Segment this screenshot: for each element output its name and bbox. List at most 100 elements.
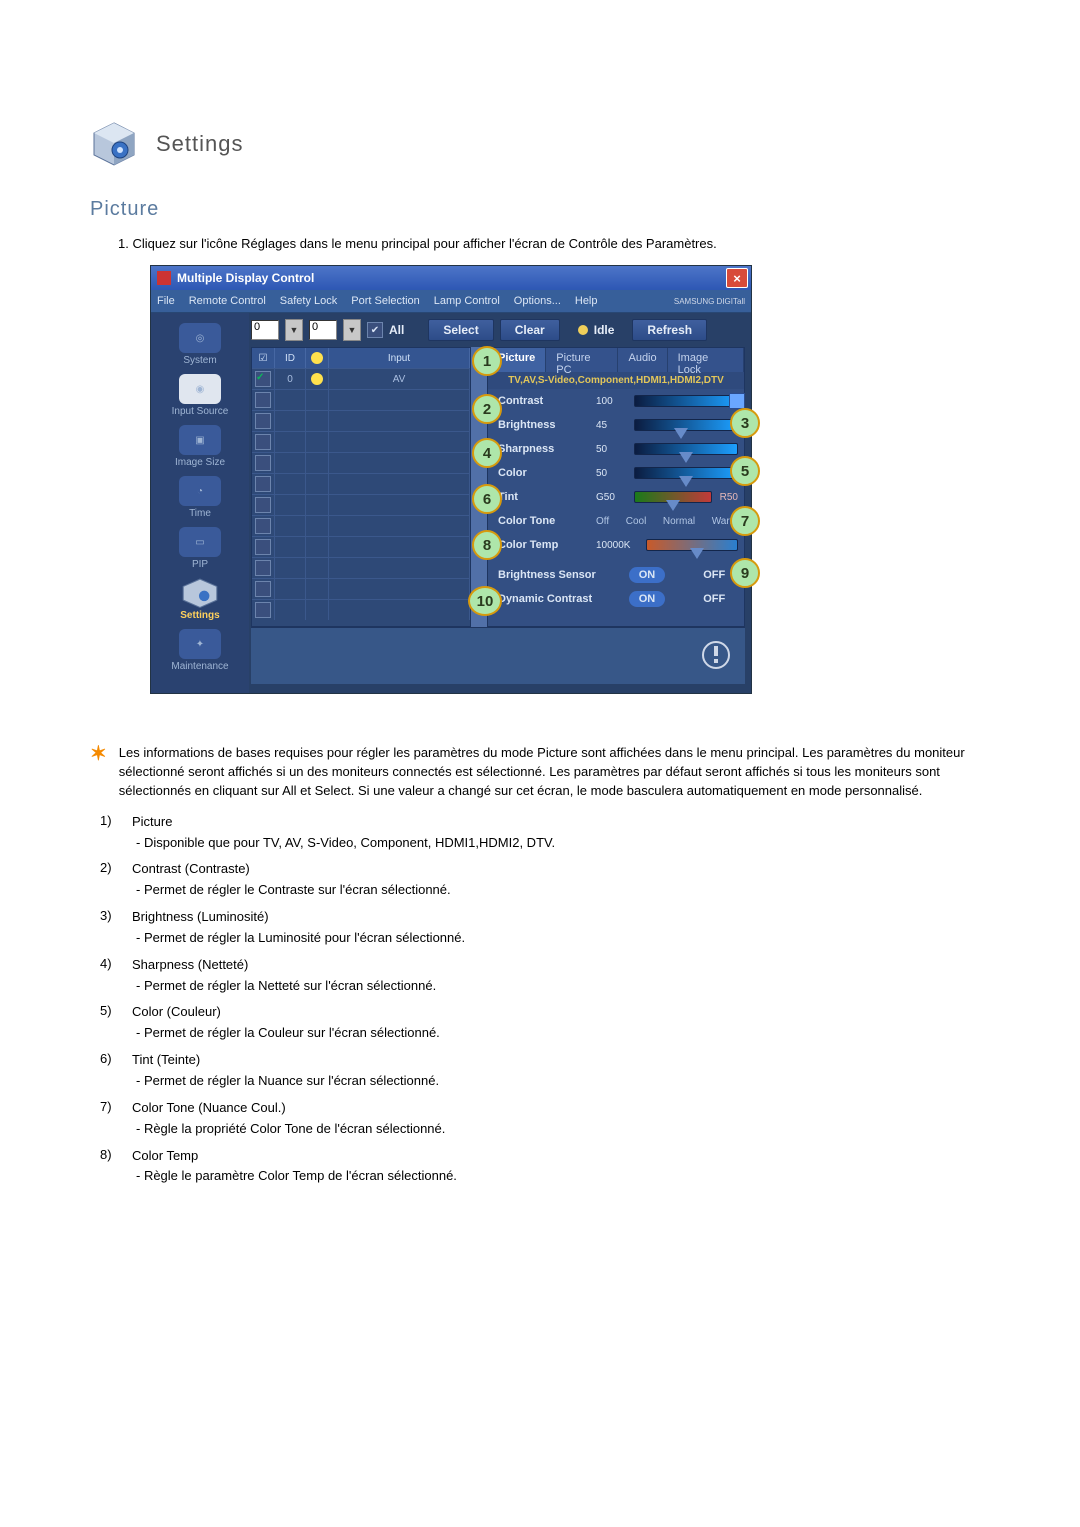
sidebar-item-time[interactable]: ◔ Time [157,472,243,521]
page-title: Settings [156,131,244,157]
brightsensor-on[interactable]: ON [629,567,666,583]
star-icon: ✶ [90,744,107,764]
color-slider[interactable] [634,467,738,479]
colortone-selector[interactable]: Off Cool Normal Warm [596,516,738,527]
menu-lamp[interactable]: Lamp Control [434,295,500,307]
item-desc: - Disponible que pour TV, AV, S-Video, C… [136,834,990,853]
grid-header-status [306,348,329,368]
brightsensor-label: Brightness Sensor [498,569,618,581]
tint-label: Tint [498,491,588,503]
contrast-value: 100 [596,396,626,407]
tab-picture-pc[interactable]: Picture PC [546,348,618,372]
sidebar-label: System [183,355,216,366]
dyncontrast-on[interactable]: ON [629,591,666,607]
row-checkbox[interactable] [255,476,271,492]
item-title: Sharpness (Netteté) [132,956,248,975]
menu-file[interactable]: File [157,295,175,307]
menu-help[interactable]: Help [575,295,598,307]
dropdown-arrow-icon[interactable]: ▼ [343,319,361,341]
colortone-opt[interactable]: Cool [626,516,647,527]
menu-remote[interactable]: Remote Control [189,295,266,307]
settings-cube-icon [90,120,138,168]
row-checkbox[interactable] [255,581,271,597]
sidebar-label: Maintenance [171,661,228,672]
menu-options[interactable]: Options... [514,295,561,307]
colortone-opt[interactable]: Normal [663,516,695,527]
display-grid: ☑ ID Input ✓ 0 AV [251,347,471,627]
row-checkbox[interactable] [255,602,271,618]
item-number: 2) [100,860,120,879]
maintenance-icon: ✦ [179,629,221,659]
marker-6: 6 [472,484,502,514]
row-id: 0 [275,369,306,389]
dropdown-arrow-icon[interactable]: ▼ [285,319,303,341]
item-desc: - Règle le paramètre Color Temp de l'écr… [136,1167,990,1186]
contrast-label: Contrast [498,395,588,407]
item-number: 7) [100,1099,120,1118]
grid-header-check[interactable]: ☑ [252,348,275,368]
refresh-button[interactable]: Refresh [632,319,707,341]
select-button[interactable]: Select [428,319,493,341]
row-checkbox[interactable] [255,560,271,576]
clear-button[interactable]: Clear [500,319,560,341]
idle-indicator-icon [578,325,588,335]
item-desc: - Permet de régler le Contraste sur l'éc… [136,881,990,900]
all-label: All [389,323,404,337]
sidebar-item-system[interactable]: ◎ System [157,319,243,368]
marker-9: 9 [730,558,760,588]
row-status-icon [306,369,329,389]
row-checkbox[interactable] [255,518,271,534]
colortemp-slider[interactable] [646,539,738,551]
dyncontrast-off[interactable]: OFF [693,591,735,607]
colortone-label: Color Tone [498,515,588,527]
sidebar-label: Input Source [172,406,229,417]
item-title: Color Temp [132,1147,198,1166]
item-title: Contrast (Contraste) [132,860,250,879]
id-to-input[interactable]: 0 [309,320,337,340]
window-titlebar: Multiple Display Control × [151,266,751,290]
time-icon: ◔ [179,476,221,506]
section-title: Picture [90,198,990,221]
table-row[interactable]: ✓ 0 AV [252,368,470,389]
row-checkbox[interactable] [255,497,271,513]
row-checkbox[interactable] [255,413,271,429]
all-checkbox[interactable]: ✔ [367,322,383,338]
row-checkbox[interactable] [255,392,271,408]
colortone-opt[interactable]: Off [596,516,609,527]
tint-slider[interactable] [634,491,712,503]
note-text: Les informations de bases requises pour … [119,744,990,801]
sidebar-item-maintenance[interactable]: ✦ Maintenance [157,625,243,674]
sharpness-slider[interactable] [634,443,738,455]
id-from-input[interactable]: 0 [251,320,279,340]
item-number: 6) [100,1051,120,1070]
item-number: 5) [100,1003,120,1022]
sidebar-item-input-source[interactable]: ◉ Input Source [157,370,243,419]
image-size-icon: ▣ [179,425,221,455]
app-window: Multiple Display Control × File Remote C… [150,265,752,694]
item-desc: - Permet de régler la Luminosité pour l'… [136,929,990,948]
row-checkbox[interactable] [255,455,271,471]
tint-value: G50 [596,492,626,503]
contrast-slider[interactable] [634,395,738,407]
row-checkbox[interactable] [255,434,271,450]
menu-safety[interactable]: Safety Lock [280,295,337,307]
sidebar-label: Image Size [175,457,225,468]
row-checkbox[interactable]: ✓ [255,371,271,387]
sidebar-item-image-size[interactable]: ▣ Image Size [157,421,243,470]
item-desc: - Permet de régler la Nuance sur l'écran… [136,1072,990,1091]
row-checkbox[interactable] [255,539,271,555]
item-number: 1) [100,813,120,832]
intro-number: 1. [118,236,129,251]
menubar: File Remote Control Safety Lock Port Sel… [151,290,751,313]
menu-port[interactable]: Port Selection [351,295,419,307]
tab-image-lock[interactable]: Image Lock [668,348,744,372]
marker-5: 5 [730,456,760,486]
brightness-slider[interactable] [634,419,738,431]
sidebar-item-pip[interactable]: ▭ PIP [157,523,243,572]
sidebar-item-settings[interactable]: Settings [157,574,243,623]
input-source-icon: ◉ [179,374,221,404]
tab-audio[interactable]: Audio [618,348,667,372]
grid-header-input: Input [329,348,470,368]
brightsensor-off[interactable]: OFF [693,567,735,583]
close-button[interactable]: × [726,268,748,288]
